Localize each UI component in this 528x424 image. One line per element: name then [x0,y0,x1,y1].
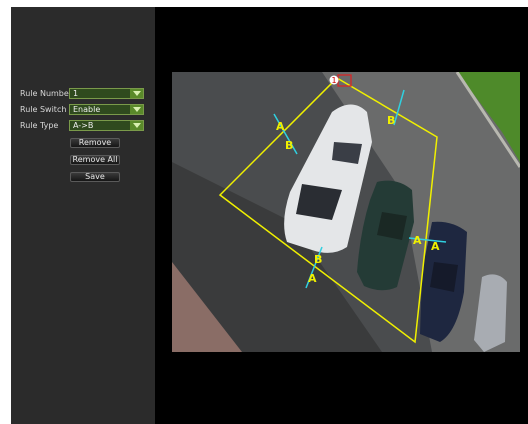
rule-number-select[interactable]: 1 [69,88,144,99]
save-button[interactable]: Save [70,172,120,182]
rule-type-value: A->B [73,121,94,130]
chevron-down-icon[interactable] [130,105,143,114]
rule-switch-select[interactable]: Enable [69,104,144,115]
rule-switch-value: Enable [73,105,101,114]
marker-label: A [413,234,422,247]
chevron-down-icon[interactable] [130,121,143,130]
marker-label: A [308,272,317,285]
camera-feed[interactable]: 1 A B A B B A A [172,72,520,352]
marker-label: B [285,139,293,152]
camera-scene: 1 A B A B B A A [172,72,520,352]
marker-label: B [314,253,322,266]
rule-type-label: Rule Type [20,121,59,130]
remove-all-button[interactable]: Remove All [70,155,120,165]
chevron-down-icon[interactable] [130,89,143,98]
rule-number-label: Rule Number [20,89,73,98]
marker-label: A [276,120,285,133]
marker-label: A [431,240,440,253]
rule-number-value: 1 [73,89,79,98]
region-marker-label: 1 [331,76,336,85]
rule-type-select[interactable]: A->B [69,120,144,131]
remove-button[interactable]: Remove [70,138,120,148]
rule-switch-label: Rule Switch [20,105,67,114]
video-viewer: 1 A B A B B A A [155,7,528,424]
settings-panel: Rule Number 1 Rule Switch Enable Rule Ty… [11,7,155,424]
marker-label: B [387,114,395,127]
